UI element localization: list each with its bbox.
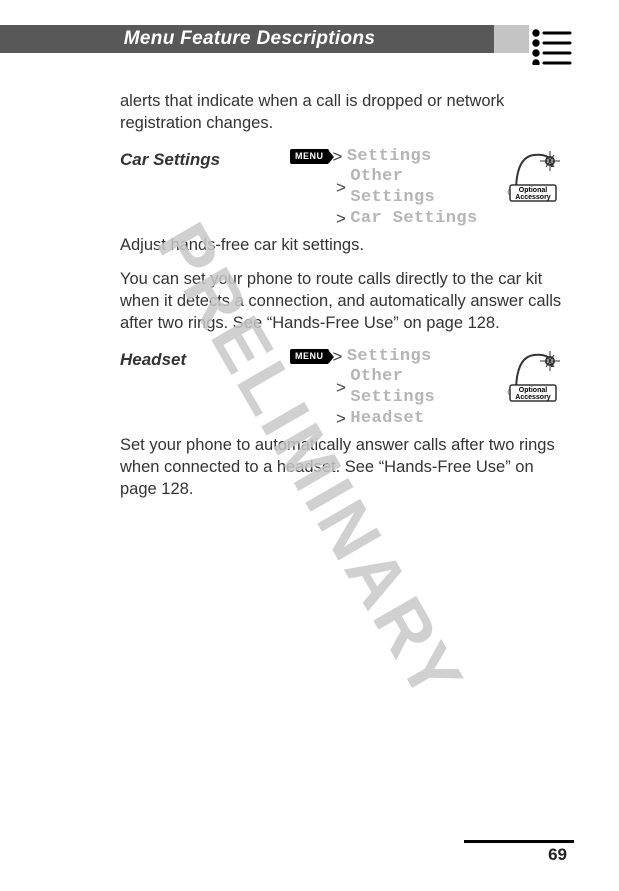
intro-paragraph: alerts that indicate when a call is drop… xyxy=(120,91,564,135)
page: Menu Feature Descriptions PRELIMINARY al… xyxy=(0,0,619,891)
page-number: 69 xyxy=(548,845,567,865)
accessory-label-line2: Accessory xyxy=(515,194,551,201)
accessory-label-line2: Accessory xyxy=(515,394,551,401)
section-headset: Headset MENU > Settings >Other Settings … xyxy=(120,347,564,501)
menu-key-icon: MENU xyxy=(290,349,329,364)
nav-step: Other Settings xyxy=(350,367,498,408)
optional-accessory-icon: Optional Accessory xyxy=(504,347,564,410)
nav-path: MENU > Settings >Other Settings >Car Set… xyxy=(290,147,498,230)
section-body-text: You can set your phone to route calls di… xyxy=(120,269,564,334)
section-car-settings: Car Settings MENU > Settings >Other Sett… xyxy=(120,147,564,335)
section-title: Car Settings xyxy=(120,147,290,171)
accessory-label-line1: Optional xyxy=(519,387,547,394)
nav-step: Settings xyxy=(347,347,432,368)
header-bar-light xyxy=(494,25,529,53)
section-body-text: Set your phone to automatically answer c… xyxy=(120,435,564,500)
nav-path: MENU > Settings >Other Settings >Headset xyxy=(290,347,498,430)
nav-step: Other Settings xyxy=(350,167,498,208)
section-title: Headset xyxy=(120,347,290,371)
content-area: alerts that indicate when a call is drop… xyxy=(35,91,574,501)
list-icon xyxy=(530,27,574,70)
page-number-rule xyxy=(464,840,574,843)
nav-step: Headset xyxy=(350,409,424,430)
section-body-text: Adjust hands-free car kit settings. xyxy=(120,235,564,257)
accessory-label-line1: Optional xyxy=(519,187,547,194)
header-band: Menu Feature Descriptions xyxy=(35,25,574,63)
optional-accessory-icon: Optional Accessory xyxy=(504,147,564,210)
menu-key-icon: MENU xyxy=(290,149,329,164)
nav-step: Settings xyxy=(347,147,432,168)
page-header-title: Menu Feature Descriptions xyxy=(35,25,464,53)
nav-step: Car Settings xyxy=(350,209,477,230)
